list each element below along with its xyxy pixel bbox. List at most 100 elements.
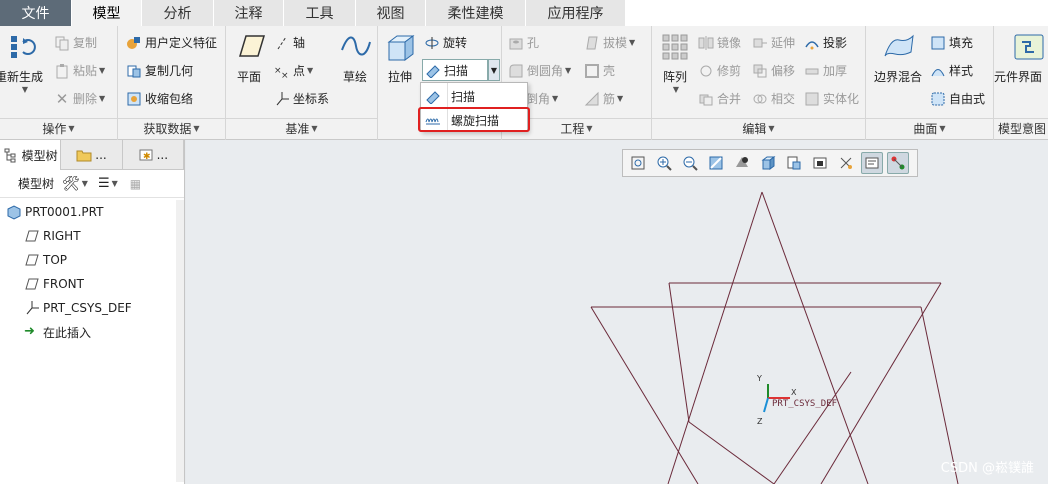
group-label-editing[interactable]: 编辑 ▼ — [652, 118, 865, 138]
rib-button[interactable]: 筋 ▼ — [584, 90, 623, 107]
chamfer-button[interactable]: 倒角 ▼ — [526, 90, 558, 107]
shrinkwrap-button[interactable]: 收缩包络 — [126, 90, 193, 107]
tree-item-top[interactable]: TOP — [0, 248, 184, 272]
tree-scrollbar[interactable] — [176, 200, 184, 482]
plane-button[interactable]: 平面 — [232, 32, 266, 85]
udf-button[interactable]: 用户定义特征 — [126, 34, 217, 51]
style-button[interactable]: 样式 — [930, 62, 973, 79]
csys-label: PRT_CSYS_DEF — [772, 399, 837, 409]
style-icon — [931, 68, 945, 76]
tree-item-right[interactable]: RIGHT — [0, 224, 184, 248]
extend-button[interactable]: 延伸 — [752, 34, 795, 51]
group-surfaces: 边界混合 填充 样式 自由式 曲面 ▼ — [866, 26, 994, 140]
csys-button[interactable]: 坐标系 — [274, 90, 329, 107]
chevron-down-icon: ▼ — [311, 124, 318, 133]
tree-icon — [4, 148, 16, 163]
menu-item-sweep[interactable]: 扫描 — [425, 85, 525, 107]
group-editing: 阵列 ▼ 镜像 修剪 合并 延伸 偏移 相交 投影 加厚 实体化 编辑 ▼ — [652, 26, 866, 140]
chevron-down-icon: ▼ — [21, 85, 29, 94]
component-interface-button[interactable]: 元件界面 — [994, 32, 1048, 85]
sketch-button[interactable]: 草绘 — [338, 32, 372, 85]
axis-x-label: X — [791, 388, 797, 397]
delete-icon: ✕ — [55, 89, 69, 108]
part-icon — [7, 205, 21, 220]
shell-icon — [585, 63, 599, 78]
tab-applications[interactable]: 应用程序 — [526, 0, 626, 26]
thicken-button[interactable]: 加厚 — [804, 62, 847, 79]
sweep-split-button[interactable]: 扫描 — [422, 59, 488, 81]
axis-button[interactable]: 轴 — [274, 34, 305, 51]
copy-geometry-icon — [127, 65, 141, 77]
draft-icon — [586, 36, 598, 49]
offset-button[interactable]: 偏移 — [752, 62, 795, 79]
extrude-icon — [387, 35, 415, 61]
freestyle-button[interactable]: 自由式 — [930, 90, 985, 107]
delete-button[interactable]: ✕ 删除 ▼ — [54, 90, 105, 107]
axis-icon — [277, 36, 287, 49]
tab-view[interactable]: 视图 — [356, 0, 426, 26]
mirror-button[interactable]: 镜像 — [698, 34, 741, 51]
highlight-box — [418, 107, 530, 132]
tree-item-front[interactable]: FRONT — [0, 272, 184, 296]
tab-annotate[interactable]: 注释 — [214, 0, 284, 26]
tab-model-tree[interactable]: 模型树 — [0, 140, 62, 170]
solidify-icon — [805, 92, 819, 105]
tab-favorites[interactable]: ✱... — [123, 140, 184, 170]
point-button[interactable]: × × 点 ▼ — [274, 62, 313, 79]
datum-plane-icon — [25, 230, 39, 242]
copy-geometry-button[interactable]: 复制几何 — [126, 62, 193, 79]
arrow-right-icon: ➜ — [24, 324, 35, 339]
freestyle-icon — [931, 92, 945, 105]
solidify-button[interactable]: 实体化 — [804, 90, 859, 107]
tab-analysis[interactable]: 分析 — [142, 0, 214, 26]
tab-file[interactable]: 文件 — [0, 0, 72, 26]
fill-button[interactable]: 填充 — [930, 34, 973, 51]
sketch-icon — [341, 36, 371, 56]
chevron-down-icon: ▼ — [586, 124, 593, 133]
copy-button[interactable]: 复制 — [54, 34, 97, 51]
tab-flexible-modeling[interactable]: 柔性建模 — [426, 0, 526, 26]
settings-icon[interactable]: 🛠 — [62, 176, 80, 192]
group-label-surfaces[interactable]: 曲面 ▼ — [866, 118, 993, 138]
group-label-datum[interactable]: 基准 ▼ — [226, 118, 377, 138]
shell-button[interactable]: 壳 — [584, 62, 615, 79]
paste-icon — [56, 63, 68, 78]
favorites-icon: ✱ — [139, 149, 153, 162]
show-list-icon[interactable]: ☰ — [98, 176, 110, 191]
paste-button[interactable]: 粘贴 ▼ — [54, 62, 105, 79]
extend-icon — [753, 38, 767, 47]
copy-icon — [55, 36, 69, 50]
group-label-model-intent[interactable]: 模型意图 — [994, 118, 1048, 138]
tree-item-insert-here[interactable]: ➜ 在此插入 — [0, 320, 184, 344]
model-tree-panel: 模型树 ... ✱... 模型树 🛠 ▼ ☰ ▼ ▦ PRT0001.PRT RIG… — [0, 140, 185, 484]
group-label-operations[interactable]: 操作 ▼ — [0, 118, 117, 138]
round-button[interactable]: 倒圆角 ▼ — [508, 62, 571, 79]
tab-model[interactable]: 模型 — [72, 0, 142, 26]
filter-icon[interactable]: ▦ — [130, 177, 141, 191]
extrude-button[interactable]: 拉伸 — [382, 32, 418, 85]
intersect-button[interactable]: 相交 — [752, 90, 795, 107]
chevron-down-icon: ▼ — [939, 124, 946, 133]
sweep-dropdown-toggle[interactable]: ▼ — [488, 59, 500, 81]
hole-button[interactable]: 孔 — [508, 34, 539, 51]
group-model-intent: 元件界面 模型意图 — [994, 26, 1048, 140]
graphics-viewport[interactable]: Y X Z PRT_CSYS_DEF CSDN @崧镤誰 — [186, 140, 1048, 484]
tree-item-csys[interactable]: PRT_CSYS_DEF — [0, 296, 184, 320]
boundary-blend-button[interactable]: 边界混合 — [870, 32, 926, 85]
group-label-get-data[interactable]: 获取数据 ▼ — [118, 118, 225, 138]
tab-folder-browser[interactable]: ... — [61, 140, 123, 170]
trim-button[interactable]: 修剪 — [698, 62, 741, 79]
merge-button[interactable]: 合并 — [698, 90, 741, 107]
tree-item-part[interactable]: PRT0001.PRT — [0, 200, 184, 224]
offset-icon — [753, 64, 767, 77]
tab-tools[interactable]: 工具 — [284, 0, 356, 26]
ribbon-tabs: 文件 模型 分析 注释 工具 视图 柔性建模 应用程序 — [0, 0, 1048, 26]
group-datum: 平面 轴 × × 点 ▼ 坐标系 草绘 基准 ▼ — [226, 26, 378, 140]
left-panel-tabs: 模型树 ... ✱... — [0, 140, 184, 170]
regenerate-button[interactable]: 重新生成 ▼ — [0, 32, 48, 94]
project-button[interactable]: 投影 — [804, 34, 847, 51]
pattern-button[interactable]: 阵列 ▼ — [656, 32, 694, 94]
draft-button[interactable]: 拔模 ▼ — [584, 34, 635, 51]
axis-z-label: Z — [757, 417, 763, 426]
revolve-button[interactable]: 旋转 — [424, 34, 467, 51]
